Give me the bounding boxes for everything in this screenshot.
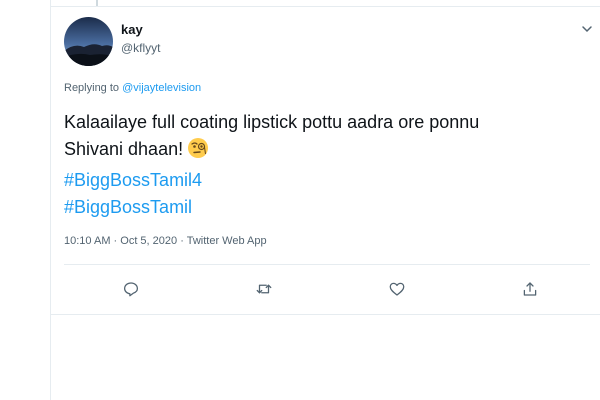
face-with-monocle-icon [187, 137, 209, 167]
tweet-top-border [50, 6, 600, 7]
tweet-bottom-border [50, 314, 600, 315]
divider [64, 264, 590, 265]
author-name[interactable]: kay [121, 22, 143, 37]
author-handle[interactable]: @kflyyt [121, 41, 161, 55]
tweet-text-line-2: Shivani dhaan! [64, 136, 584, 167]
avatar-image [64, 17, 113, 66]
hashtag-link[interactable]: #BiggBossTamil [64, 194, 584, 221]
hashtag-link[interactable]: #BiggBossTamil4 [64, 167, 584, 194]
retweet-button[interactable] [254, 279, 274, 299]
retweet-icon [256, 284, 272, 294]
reply-button[interactable] [121, 279, 141, 299]
tweet-text-line: Kalaailaye full coating lipstick pottu a… [64, 112, 480, 132]
chevron-down-icon[interactable] [580, 22, 594, 36]
meta-separator: · [177, 235, 187, 247]
share-button[interactable] [520, 279, 540, 299]
like-button[interactable] [387, 279, 407, 299]
like-icon [389, 282, 405, 296]
thread-connector [96, 0, 98, 6]
mention-link[interactable]: @vijaytelevision [122, 82, 201, 94]
timeline-left-border [50, 0, 51, 400]
tweet-text-fragment: Shivani dhaan! [64, 139, 184, 159]
tweet-meta: 10:10 AM · Oct 5, 2020 · Twitter Web App [64, 235, 267, 247]
avatar[interactable] [64, 17, 113, 66]
tweet-source[interactable]: Twitter Web App [187, 235, 267, 247]
tweet-time[interactable]: 10:10 AM [64, 235, 110, 247]
replying-prefix: Replying to [64, 82, 123, 94]
reply-icon [123, 282, 139, 297]
replying-to: Replying to @vijaytelevision [64, 82, 201, 94]
meta-separator: · [110, 235, 121, 247]
share-icon [523, 282, 537, 296]
tweet-date[interactable]: Oct 5, 2020 [120, 235, 177, 247]
tweet-text: Kalaailaye full coating lipstick pottu a… [64, 109, 584, 221]
